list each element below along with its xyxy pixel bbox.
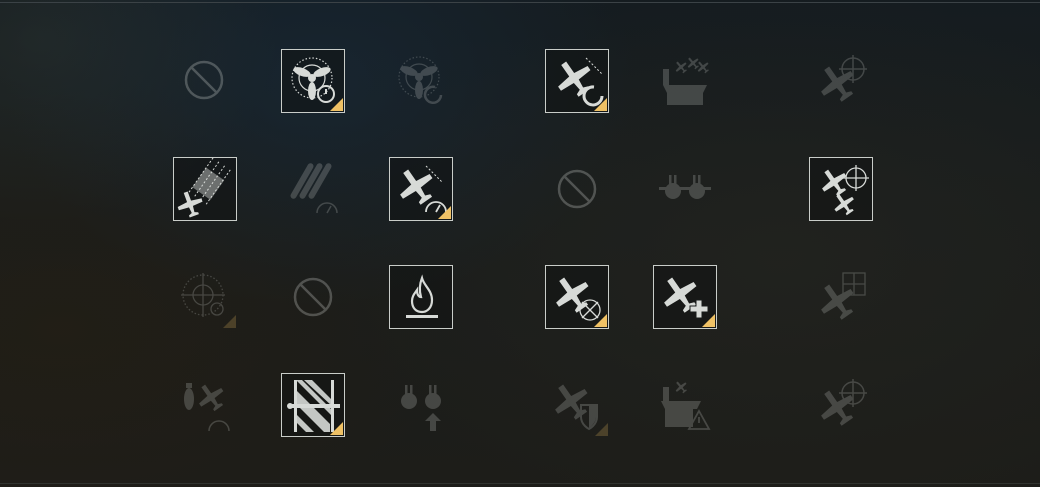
upgrade-marker <box>330 98 343 111</box>
skill-r2c2[interactable] <box>281 157 345 221</box>
double-plane-crosshair-icon <box>815 163 869 220</box>
slash-circle-icon <box>557 169 597 209</box>
skill-r2c3[interactable] <box>389 157 453 221</box>
skill-r3c6[interactable] <box>653 265 717 329</box>
skill-r1c1[interactable] <box>172 48 236 112</box>
skill-grid <box>0 0 1040 487</box>
carrier-warning-icon <box>661 378 711 430</box>
upgrade-marker <box>594 314 607 327</box>
torpedo-speed-icon <box>290 163 338 214</box>
skill-r2c8[interactable] <box>809 157 873 221</box>
skill-r1c2[interactable] <box>281 49 345 113</box>
skill-r4c5[interactable] <box>545 373 609 437</box>
skill-r3c5[interactable] <box>545 265 609 329</box>
skill-r3c3[interactable] <box>389 265 453 329</box>
plane-crosshair-icon <box>811 55 867 109</box>
aa-guns-icon <box>659 175 711 199</box>
skill-r4c8[interactable] <box>809 373 873 437</box>
skill-r1c3[interactable] <box>389 49 453 113</box>
skill-r2c1[interactable] <box>173 157 237 221</box>
plane-grid-icon <box>811 272 866 327</box>
carrier-squadron-icon <box>663 54 712 105</box>
skill-r4c1[interactable] <box>173 373 237 437</box>
slash-circle-icon <box>184 60 224 100</box>
slash-circle-icon <box>293 277 333 317</box>
fire-icon <box>406 274 438 318</box>
upgrade-marker <box>595 423 608 436</box>
plane-crosshair-icon <box>811 379 867 433</box>
upgrade-marker <box>223 315 236 328</box>
skill-r1c5[interactable] <box>545 49 609 113</box>
skill-r4c6[interactable] <box>653 373 717 437</box>
skill-r3c1[interactable] <box>173 265 237 329</box>
skill-r3c8[interactable] <box>809 265 873 329</box>
plane-torpedo-spread-icon <box>174 158 231 221</box>
skill-r1c8[interactable] <box>809 49 873 113</box>
skill-r4c2[interactable] <box>281 373 345 437</box>
skill-r1c6[interactable] <box>653 49 717 113</box>
skill-r3c2[interactable] <box>281 265 345 329</box>
upgrade-marker <box>594 98 607 111</box>
upgrade-marker <box>330 422 343 435</box>
aa-upgrade-icon <box>401 385 441 431</box>
upgrade-marker <box>702 314 715 327</box>
skill-r2c5[interactable] <box>545 157 609 221</box>
propeller-reload-icon <box>398 56 443 104</box>
skill-r4c3[interactable] <box>389 373 453 437</box>
skill-r2c6[interactable] <box>653 157 717 221</box>
bomb-plane-timer-icon <box>184 378 230 432</box>
upgrade-marker <box>438 206 451 219</box>
